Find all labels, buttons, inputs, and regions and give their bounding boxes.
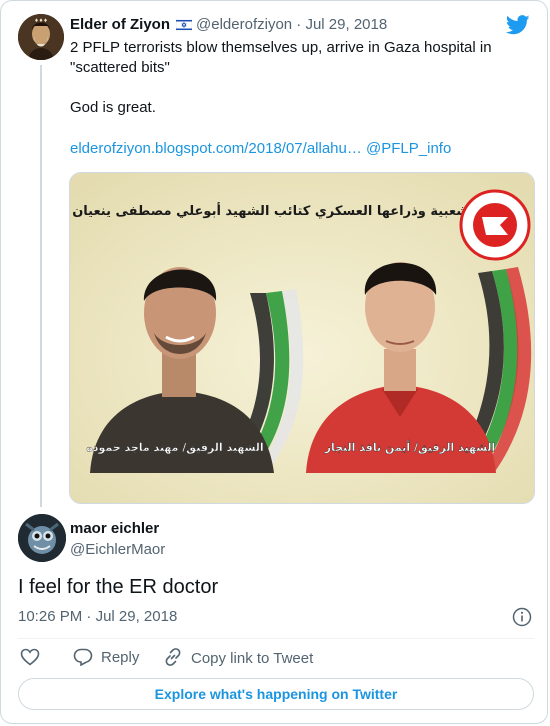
caption-left: الشهيد الرفيق/ مهند ماجد حموده [86, 441, 263, 454]
divider [18, 638, 534, 639]
copy-link-button[interactable]: Copy link to Tweet [163, 647, 313, 670]
quoted-tweet-text-line1: 2 PFLP terrorists blow themselves up, ar… [70, 39, 492, 76]
copy-link-label: Copy link to Tweet [191, 650, 314, 667]
caption-right: الشهيد الرفيق/ أيمن نافذ النجار [324, 440, 496, 454]
quoted-tweet-header: Elder of Ziyon @elderofziyon · Jul 29, 20… [70, 15, 387, 35]
reply-time[interactable]: 10:26 PM [18, 608, 82, 625]
quoted-author-name[interactable]: Elder of Ziyon [70, 16, 170, 33]
reply-tweet-text: I feel for the ER doctor [18, 576, 219, 598]
reply-author-name[interactable]: maor eichler [70, 519, 159, 539]
elder-of-ziyon-avatar[interactable]: ♦♦♦ [18, 14, 64, 60]
reply-button[interactable]: Reply [73, 647, 139, 669]
tweet-embed-card: ♦♦♦ Elder of Ziyon @elderofziyon · Jul 29… [0, 0, 548, 724]
quoted-author-handle[interactable]: @elderofziyon [196, 16, 292, 33]
svg-text:♦♦♦: ♦♦♦ [34, 18, 47, 24]
pflp-logo [459, 189, 531, 261]
link-icon [165, 648, 181, 666]
explore-twitter-button[interactable]: Explore what's happening on Twitter [18, 678, 534, 710]
maor-eichler-avatar[interactable] [18, 514, 66, 562]
reply-label: Reply [101, 649, 140, 666]
quoted-tweet-date[interactable]: Jul 29, 2018 [305, 16, 387, 33]
pflp-mention-link[interactable]: @PFLP_info [366, 140, 451, 157]
quoted-tweet-text: 2 PFLP terrorists blow themselves up, ar… [70, 38, 510, 118]
info-icon[interactable] [512, 607, 532, 627]
reply-timestamp[interactable]: 10:26 PM · Jul 29, 2018 [18, 607, 177, 627]
quoted-tweet-links: elderofziyon.blogspot.com/2018/07/allahu… [70, 139, 451, 159]
image-banner-text: الجبهة الشعبية وذراعها العسكري كتائب الش… [72, 202, 524, 219]
reply-author-handle[interactable]: @EichlerMaor [70, 540, 165, 560]
blog-link[interactable]: elderofziyon.blogspot.com/2018/07/allahu… [70, 140, 362, 157]
meta-separator: · [86, 608, 92, 625]
reply-icon [73, 648, 93, 667]
like-button[interactable] [20, 647, 48, 669]
twitter-bird-icon[interactable] [506, 15, 530, 35]
heart-icon [20, 648, 40, 666]
thread-connector-line [40, 65, 42, 507]
reply-date[interactable]: Jul 29, 2018 [96, 608, 178, 625]
quoted-tweet-image[interactable]: الجبهة الشعبية وذراعها العسكري كتائب الش… [69, 172, 535, 504]
quoted-tweet-text-line2: God is great. [70, 99, 156, 116]
israel-flag-icon [176, 19, 193, 31]
